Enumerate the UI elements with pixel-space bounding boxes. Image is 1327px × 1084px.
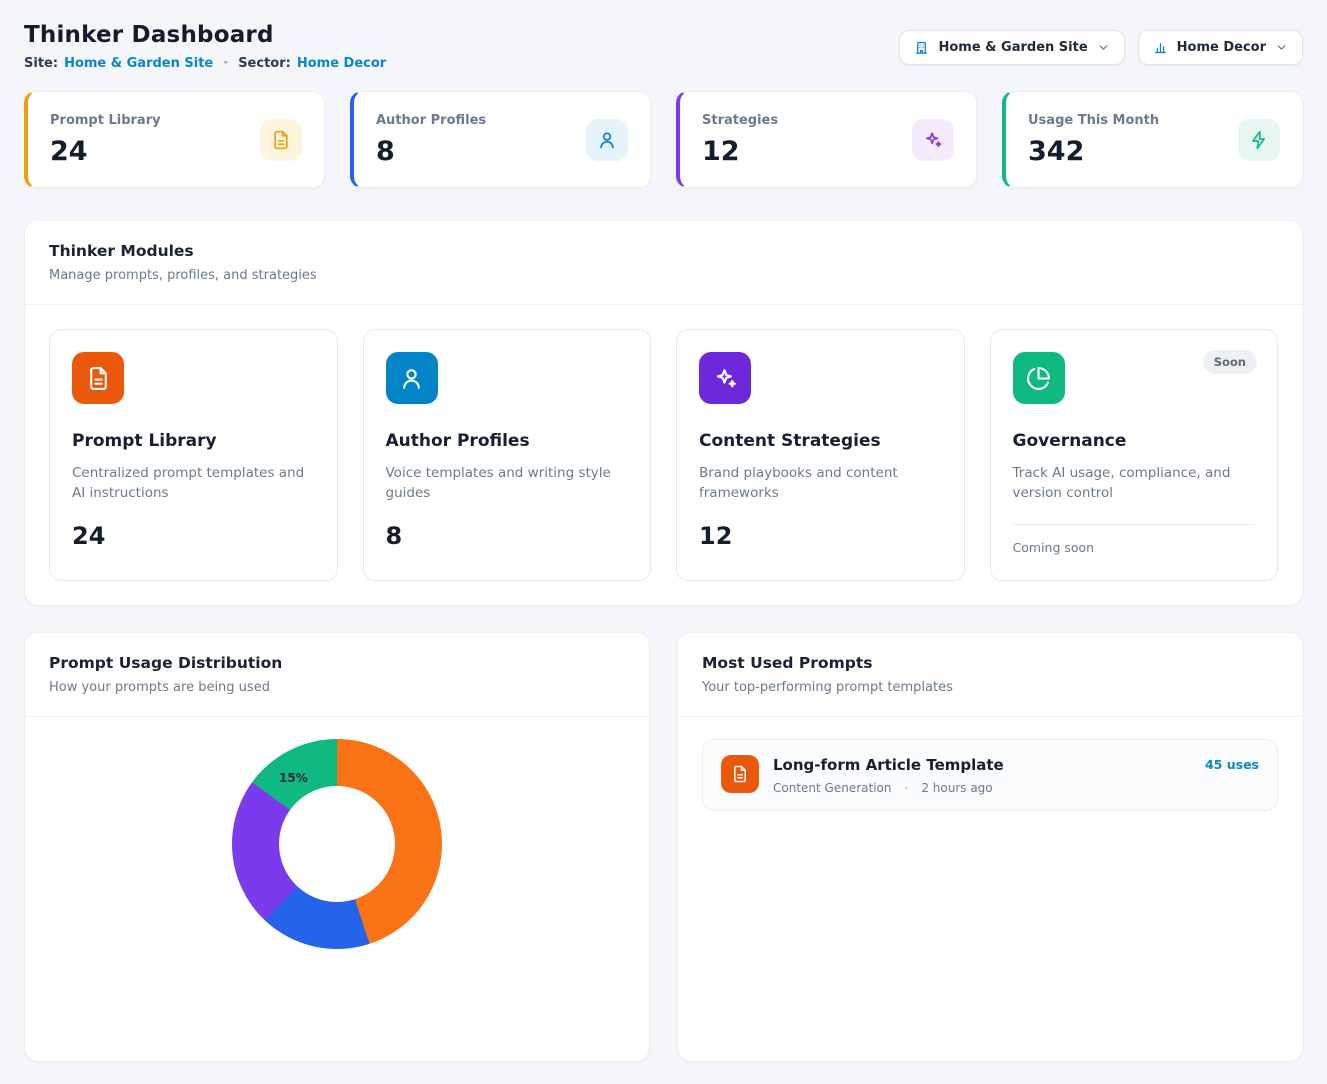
module-card-prompt-library[interactable]: Prompt Library Centralized prompt templa… <box>49 329 338 581</box>
stat-label: Usage This Month <box>1028 113 1159 128</box>
document-icon <box>260 119 302 161</box>
header: Thinker Dashboard Site: Home & Garden Si… <box>24 22 1303 71</box>
module-count: 12 <box>699 522 942 550</box>
building-icon <box>914 40 929 55</box>
stat-value: 8 <box>376 136 486 167</box>
usage-chart-title: Prompt Usage Distribution <box>49 654 625 672</box>
module-count: 8 <box>386 522 629 550</box>
separator-dot: · <box>904 781 908 795</box>
bottom-row: Prompt Usage Distribution How your promp… <box>24 632 1303 1062</box>
most-used-card: Most Used Prompts Your top-performing pr… <box>677 632 1303 1062</box>
module-description: Track AI usage, compliance, and version … <box>1013 463 1256 504</box>
stat-value: 24 <box>50 136 161 167</box>
bar-chart-icon <box>1153 40 1168 55</box>
site-selector-dropdown[interactable]: Home & Garden Site <box>899 30 1124 65</box>
module-title: Prompt Library <box>72 431 315 451</box>
soon-badge: Soon <box>1203 350 1257 374</box>
lightning-icon <box>1238 119 1280 161</box>
dashboard-page: Thinker Dashboard Site: Home & Garden Si… <box>0 0 1327 1084</box>
chevron-down-icon <box>1275 41 1288 54</box>
module-title: Author Profiles <box>386 431 629 451</box>
stat-card-prompt-library: Prompt Library 24 <box>24 91 325 188</box>
sparkle-icon <box>699 352 751 404</box>
coming-soon-text: Coming soon <box>1013 540 1256 555</box>
prompt-subtitle: Content Generation · 2 hours ago <box>773 781 1004 795</box>
module-count: 24 <box>72 522 315 550</box>
sector-label: Sector: <box>238 56 291 71</box>
divider <box>1013 524 1256 525</box>
page-title: Thinker Dashboard <box>24 22 386 48</box>
module-card-governance[interactable]: Soon Governance Track AI usage, complian… <box>990 329 1279 581</box>
document-icon <box>72 352 124 404</box>
module-description: Voice templates and writing style guides <box>386 463 629 504</box>
stat-label: Prompt Library <box>50 113 161 128</box>
site-label: Site: <box>24 56 58 71</box>
stat-info: Strategies 12 <box>702 113 778 167</box>
prompt-title: Long-form Article Template <box>773 756 1004 774</box>
stat-value: 12 <box>702 136 778 167</box>
donut-chart[interactable]: 15% <box>232 739 442 949</box>
most-used-title: Most Used Prompts <box>702 654 1278 672</box>
sector-link[interactable]: Home Decor <box>297 56 386 71</box>
sector-selector-label: Home Decor <box>1177 40 1266 55</box>
user-icon <box>586 119 628 161</box>
modules-header: Thinker Modules Manage prompts, profiles… <box>25 221 1302 305</box>
usage-chart-header: Prompt Usage Distribution How your promp… <box>25 633 649 717</box>
stat-card-author-profiles: Author Profiles 8 <box>350 91 651 188</box>
modules-title: Thinker Modules <box>49 242 1278 260</box>
pie-chart-icon <box>1013 352 1065 404</box>
stats-row: Prompt Library 24 Author Profiles 8 Stra… <box>24 91 1303 188</box>
header-left: Thinker Dashboard Site: Home & Garden Si… <box>24 22 386 71</box>
module-description: Centralized prompt templates and AI inst… <box>72 463 315 504</box>
prompt-category: Content Generation <box>773 781 891 795</box>
module-title: Governance <box>1013 431 1256 451</box>
module-card-content-strategies[interactable]: Content Strategies Brand playbooks and c… <box>676 329 965 581</box>
stat-card-strategies: Strategies 12 <box>676 91 977 188</box>
most-used-header: Most Used Prompts Your top-performing pr… <box>678 633 1302 717</box>
module-description: Brand playbooks and content frameworks <box>699 463 942 504</box>
most-used-subtitle: Your top-performing prompt templates <box>702 680 1278 695</box>
segment-label: 15% <box>279 771 308 785</box>
document-icon <box>721 755 759 793</box>
thinker-modules-section: Thinker Modules Manage prompts, profiles… <box>24 220 1303 606</box>
site-link[interactable]: Home & Garden Site <box>64 56 213 71</box>
sparkle-icon <box>912 119 954 161</box>
stat-info: Prompt Library 24 <box>50 113 161 167</box>
stat-label: Author Profiles <box>376 113 486 128</box>
stat-label: Strategies <box>702 113 778 128</box>
chevron-down-icon <box>1097 41 1110 54</box>
header-controls: Home & Garden Site Home Decor <box>899 30 1303 65</box>
stat-card-usage: Usage This Month 342 <box>1002 91 1303 188</box>
sector-selector-dropdown[interactable]: Home Decor <box>1138 30 1303 65</box>
usage-chart-subtitle: How your prompts are being used <box>49 680 625 695</box>
modules-subtitle: Manage prompts, profiles, and strategies <box>49 268 1278 283</box>
stat-value: 342 <box>1028 136 1159 167</box>
uses-badge: 45 uses <box>1205 757 1259 795</box>
prompt-usage-card: Prompt Usage Distribution How your promp… <box>24 632 650 1062</box>
module-title: Content Strategies <box>699 431 942 451</box>
list-item[interactable]: Long-form Article Template Content Gener… <box>702 739 1278 811</box>
modules-grid: Prompt Library Centralized prompt templa… <box>25 305 1302 605</box>
user-icon <box>386 352 438 404</box>
chart-area: 15% <box>25 739 649 1062</box>
site-selector-label: Home & Garden Site <box>938 40 1087 55</box>
prompt-time: 2 hours ago <box>921 781 992 795</box>
module-card-author-profiles[interactable]: Author Profiles Voice templates and writ… <box>363 329 652 581</box>
prompt-meta: Long-form Article Template Content Gener… <box>773 755 1004 795</box>
stat-info: Usage This Month 342 <box>1028 113 1159 167</box>
breadcrumb: Site: Home & Garden Site · Sector: Home … <box>24 56 386 71</box>
stat-info: Author Profiles 8 <box>376 113 486 167</box>
separator-dot: · <box>223 56 228 71</box>
